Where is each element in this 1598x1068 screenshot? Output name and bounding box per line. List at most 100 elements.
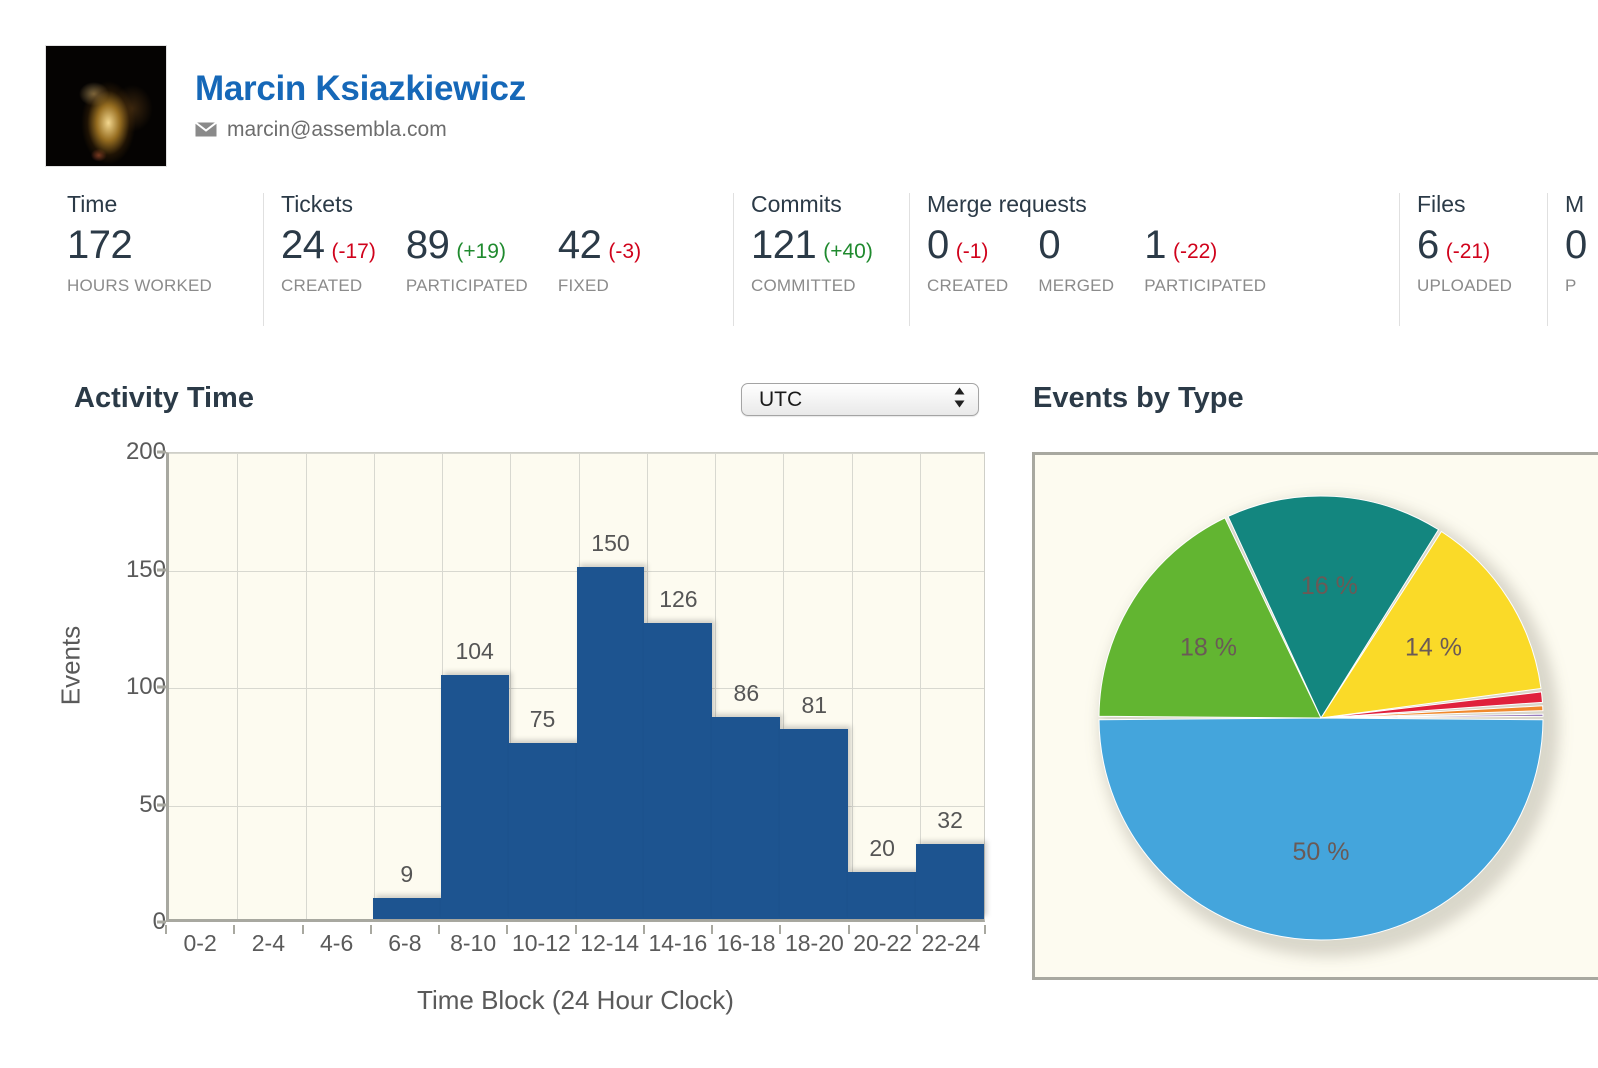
metric-label: PARTICIPATED [405, 276, 528, 295]
stat-group-commits: Commits 121 (+40) COMMITTED [733, 193, 909, 326]
x-axis-tick-label: 18-20 [784, 930, 844, 956]
bar-cell[interactable]: 75 [508, 453, 577, 919]
x-axis-tick-label: 2-4 [251, 930, 285, 956]
y-axis-tick-mark [157, 685, 166, 689]
metric-created: 0 (-1) CREATED [927, 225, 1038, 296]
metric-label: FIXED [557, 276, 609, 295]
metric-delta: (-21) [1445, 240, 1491, 263]
x-axis-tick-label: 8-10 [450, 930, 497, 956]
events-by-type-pie-chart: 50 % 18 % 16 % 14 % [1032, 452, 1598, 980]
bar-value-label: 32 [937, 806, 963, 833]
x-axis-tick-label: 6-8 [388, 930, 422, 956]
metric-value: 1 [1144, 223, 1166, 267]
metric-uploaded: 6 (-21) UPLOADED [1417, 225, 1512, 296]
bar-chart-plot-area: 9 104 75 150 126 86 81 20 32 [166, 452, 985, 922]
metric-value: 172 [67, 223, 133, 267]
activity-time-heading: Activity Time [74, 382, 254, 414]
bar-cell[interactable] [169, 453, 237, 919]
metric-label: MERGED [1038, 276, 1115, 295]
metric-merged: 0 MERGED [1038, 225, 1144, 296]
pie-slice-label: 18 % [1180, 634, 1237, 662]
bar-value-label: 104 [455, 637, 494, 664]
metric-value-row: 1 (-22) [1144, 225, 1266, 265]
metric-label: COMMITTED [751, 276, 856, 295]
metric-value: 89 [405, 223, 450, 267]
bar[interactable] [576, 566, 645, 919]
email-row: marcin@assembla.com [194, 119, 526, 140]
bar[interactable] [644, 622, 713, 919]
bar-chart-y-axis: 0 50 100 150 200 [74, 440, 166, 934]
stat-group-title: M [1565, 191, 1585, 217]
bar[interactable] [372, 897, 441, 919]
bar[interactable] [712, 716, 781, 919]
y-axis-tick-label: 0 [84, 910, 166, 934]
pie-slice-label: 50 % [1293, 838, 1350, 866]
metric-label: PARTICIPATED [1144, 276, 1267, 295]
up-down-stepper-icon[interactable] [953, 385, 966, 414]
stat-metrics: 0 (-1) CREATED 0 MERGED 1 (-22) PARTICIPATED [927, 225, 1395, 296]
metric-created: 24 (-17) CREATED [281, 225, 406, 296]
bar-cell[interactable]: 9 [372, 453, 441, 919]
metric-value: 0 [927, 223, 949, 267]
bar-value-label: 81 [801, 691, 828, 718]
stat-metrics: 121 (+40) COMMITTED [751, 225, 905, 296]
metric-fixed: 42 (-3) FIXED [558, 225, 641, 296]
metric-value: 42 [557, 223, 602, 267]
bar-cell[interactable]: 86 [712, 453, 781, 919]
metric-value: 6 [1417, 223, 1439, 267]
bar[interactable] [780, 728, 849, 919]
stat-metrics: 172 HOURS WORKED [67, 225, 259, 296]
x-axis-tick-label: 14-16 [648, 930, 708, 956]
bar-cell[interactable]: 32 [916, 453, 985, 919]
stat-group-title: Time [67, 191, 118, 217]
bar[interactable] [848, 872, 917, 919]
pie-slice[interactable] [1098, 717, 1544, 941]
metric-delta: (+19) [456, 240, 506, 263]
bar-chart-bars: 9 104 75 150 126 86 81 20 32 [169, 453, 985, 919]
bar-cell[interactable]: 104 [440, 453, 509, 919]
metric-participated: 1 (-22) PARTICIPATED [1144, 225, 1266, 296]
bar-cell[interactable]: 150 [576, 453, 645, 919]
stat-metrics: 0P [1565, 225, 1594, 296]
email-address[interactable]: marcin@assembla.com [227, 119, 447, 140]
metric-value: 0 [1565, 223, 1587, 267]
metric-value-row: 172 [67, 225, 212, 265]
metric-value-row: 0 [1038, 225, 1114, 265]
metric-p: 0P [1565, 225, 1587, 296]
metric-value-row: 42 (-3) [558, 225, 641, 265]
bar-chart-x-axis-title: Time Block (24 Hour Clock) [417, 985, 734, 1015]
bar-cell[interactable] [305, 453, 373, 919]
timezone-select-value: UTC [759, 388, 803, 411]
metric-participated: 89 (+19) PARTICIPATED [406, 225, 558, 296]
metric-committed: 121 (+40) COMMITTED [751, 225, 873, 296]
bar-cell[interactable]: 126 [644, 453, 713, 919]
stat-group-title: Files [1417, 191, 1466, 217]
avatar [45, 45, 167, 167]
bar[interactable] [440, 674, 509, 919]
metric-delta: (+40) [823, 240, 873, 263]
timezone-select[interactable]: UTC [741, 383, 979, 416]
bar[interactable] [508, 742, 577, 919]
profile-header: Marcin Ksiazkiewicz marcin@assembla.com [45, 45, 526, 167]
stat-group-merge-requests: Merge requests 0 (-1) CREATED 0 MERGED 1 (-22) P… [909, 193, 1399, 326]
metric-delta: (-1) [955, 240, 989, 263]
y-axis-tick-label: 50 [139, 790, 166, 818]
y-axis-tick-mark [157, 803, 166, 806]
bar[interactable] [916, 843, 985, 919]
activity-time-bar-chart: Events 050100150200 91047515012686812032… [55, 440, 1004, 1040]
bar-value-label: 75 [529, 705, 556, 732]
page-title[interactable]: Marcin Ksiazkiewicz [195, 71, 526, 106]
x-axis-tick-label: 12-14 [580, 930, 640, 956]
bar-value-label: 9 [400, 860, 414, 887]
stat-group-time: Time 172 HOURS WORKED [50, 193, 263, 326]
bar-cell[interactable] [237, 453, 305, 919]
y-axis-tick-label: 150 [125, 555, 166, 583]
bar-chart-x-axis-labels: 0-2 2-4 4-6 6-8 8-10 10-12 12-14 14-16 16-18 18-2… [166, 932, 985, 955]
x-axis-tick-label: 16-18 [716, 930, 776, 956]
bar-cell[interactable]: 81 [780, 453, 849, 919]
stats-bar: Time 172 HOURS WORKED Tickets 24 (-17) CREATED… [50, 193, 1598, 326]
metric-label: P [1565, 276, 1577, 295]
bar-cell[interactable]: 20 [848, 453, 917, 919]
y-axis-tick-label: 100 [125, 673, 166, 700]
envelope-icon [194, 121, 218, 137]
